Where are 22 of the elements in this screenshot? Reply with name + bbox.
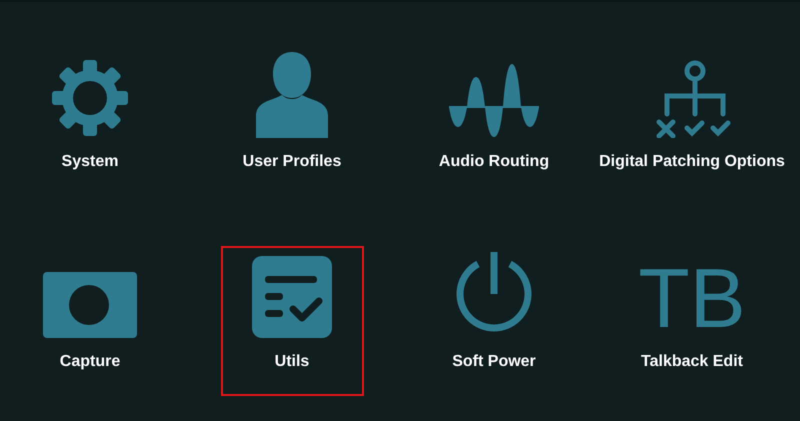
tile-label: Audio Routing [438, 152, 550, 172]
menu-tile[interactable]: Digital Patching Options [593, 46, 791, 196]
menu-tile[interactable]: Capture [18, 246, 162, 396]
tile-label: Digital Patching Options [599, 152, 785, 172]
tile-label: Capture [60, 352, 120, 372]
menu-tile[interactable]: User Profiles [220, 46, 364, 196]
waveform-icon [449, 64, 539, 138]
tile-label: Talkback Edit [641, 352, 743, 372]
user-icon [256, 52, 328, 138]
checklist-icon [252, 256, 332, 338]
tile-label: Soft Power [452, 352, 536, 372]
menu-tile[interactable]: Soft Power [422, 246, 566, 396]
capture-icon [43, 272, 137, 338]
menu-tile[interactable]: Utils [220, 246, 364, 396]
tile-label: Utils [274, 352, 310, 372]
menu-tile[interactable]: TB Talkback Edit [620, 246, 764, 396]
tb-glyph: TB [638, 258, 746, 338]
tile-label: System [62, 152, 118, 172]
menu-tile[interactable]: System [18, 46, 162, 196]
tile-label: User Profiles [242, 152, 342, 172]
menu-tile[interactable]: Audio Routing [422, 46, 566, 196]
gear-icon [52, 58, 128, 138]
